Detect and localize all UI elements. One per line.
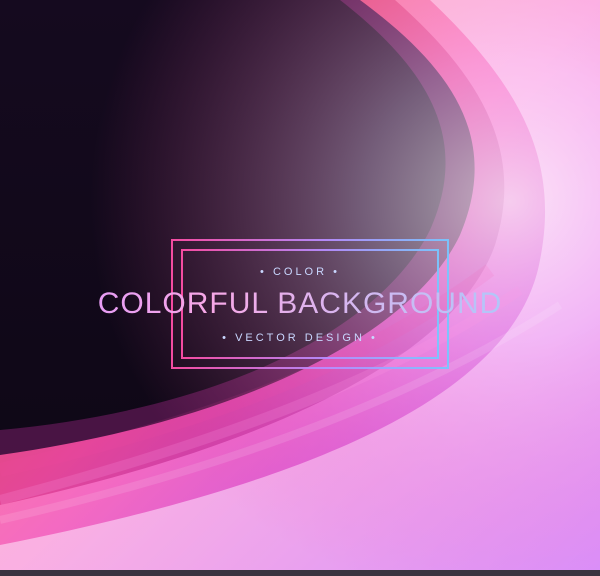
bottom-strip bbox=[0, 570, 600, 576]
headline-text: COLORFUL BACKGROUND bbox=[0, 283, 600, 325]
kicker-text: • COLOR • bbox=[260, 266, 340, 278]
subtitle-text: • VECTOR DESIGN • bbox=[222, 332, 378, 344]
title-badge: • COLOR • COLORFUL BACKGROUND • VECTOR D… bbox=[0, 0, 600, 576]
canvas: • COLOR • COLORFUL BACKGROUND • VECTOR D… bbox=[0, 0, 600, 576]
